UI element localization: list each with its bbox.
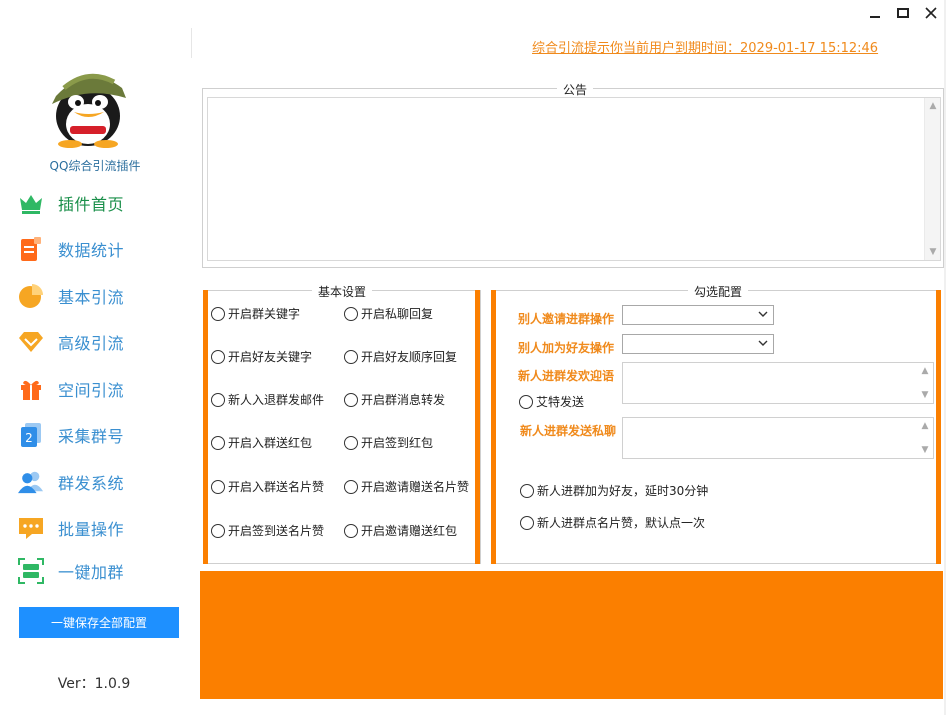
- nav-label: 空间引流: [58, 381, 125, 400]
- scroll-up-icon[interactable]: ▲: [920, 422, 930, 431]
- nav-label: 一键加群: [58, 563, 125, 582]
- radio-circle[interactable]: [344, 306, 358, 321]
- accent-bar: [936, 290, 941, 564]
- nav-label: 采集群号: [58, 427, 125, 446]
- report-icon: [18, 236, 44, 262]
- welcome-message-textarea[interactable]: ▲ ▼: [622, 362, 934, 404]
- number-card-icon: 2: [18, 422, 44, 448]
- radio-circle[interactable]: [344, 392, 358, 407]
- users-icon: [18, 469, 44, 495]
- expiry-notice-link[interactable]: 综合引流提示你当前用户到期时间：2029-01-17 15:12:46: [532, 37, 878, 56]
- save-all-config-button[interactable]: 一键保存全部配置: [19, 607, 179, 638]
- maximize-icon[interactable]: [896, 6, 910, 20]
- radio-friend-keyword[interactable]: 开启好友关键字: [211, 348, 312, 365]
- nav-item-statistics[interactable]: 数据统计: [18, 234, 124, 264]
- notice-textarea[interactable]: ▲ ▼: [207, 97, 941, 261]
- radio-friend-sequential-reply[interactable]: 开启好友顺序回复: [344, 348, 457, 365]
- radio-group-message-forward[interactable]: 开启群消息转发: [344, 391, 445, 408]
- radio-circle[interactable]: [344, 435, 358, 450]
- nav-label: 批量操作: [58, 520, 125, 539]
- nav-item-space-traffic[interactable]: 空间引流: [18, 374, 124, 404]
- version-label: Ver：1.0.9: [57, 676, 131, 692]
- scroll-down-icon[interactable]: ▼: [928, 248, 938, 257]
- sidebar-divider: [191, 28, 192, 58]
- radio-private-reply[interactable]: 开启私聊回复: [344, 305, 433, 322]
- radio-circle[interactable]: [211, 479, 225, 494]
- radio-add-friend-delay[interactable]: 新人进群加为好友，延时30分钟: [520, 482, 708, 499]
- nav-item-collect-groups[interactable]: 2 采集群号: [18, 420, 124, 450]
- radio-checkin-red-packet[interactable]: 开启签到红包: [344, 434, 433, 451]
- radio-circle[interactable]: [520, 483, 534, 498]
- accent-bar: [475, 290, 480, 564]
- notice-group: 公告 ▲ ▼: [202, 81, 944, 268]
- window-controls: [868, 6, 938, 20]
- radio-circle[interactable]: [211, 392, 225, 407]
- app-logo-icon: [44, 58, 132, 148]
- diamond-icon: [18, 329, 44, 355]
- scan-icon: [18, 558, 44, 584]
- radio-circle[interactable]: [211, 306, 225, 321]
- footer-banner: [200, 571, 943, 699]
- notice-scrollbar[interactable]: ▲ ▼: [924, 98, 940, 260]
- friend-action-label: 别人加为好友操作: [518, 341, 615, 355]
- radio-group-keyword[interactable]: 开启群关键字: [211, 305, 300, 322]
- radio-at-send[interactable]: 艾特发送: [519, 393, 584, 410]
- nav-label: 基本引流: [58, 288, 125, 307]
- invite-action-select[interactable]: [622, 305, 774, 325]
- welcome-message-label: 新人进群发欢迎语: [518, 369, 615, 383]
- nav-label: 群发系统: [58, 474, 125, 493]
- nav-item-advanced-traffic[interactable]: 高级引流: [18, 327, 124, 357]
- accent-bar: [203, 290, 208, 564]
- chevron-down-icon: [758, 340, 768, 346]
- crown-icon: [18, 190, 44, 216]
- radio-circle[interactable]: [344, 349, 358, 364]
- nav-item-basic-traffic[interactable]: 基本引流: [18, 281, 124, 311]
- invite-action-label: 别人邀请进群操作: [518, 312, 615, 326]
- scroll-down-icon[interactable]: ▼: [920, 446, 930, 455]
- radio-circle[interactable]: [519, 394, 533, 409]
- close-icon[interactable]: [924, 6, 938, 20]
- radio-join-leave-email[interactable]: 新人入退群发邮件: [211, 391, 324, 408]
- nav-label: 插件首页: [58, 195, 125, 214]
- private-message-textarea[interactable]: ▲ ▼: [622, 417, 934, 459]
- chat-bubble-icon: [18, 515, 44, 541]
- check-config-title: 勾选配置: [688, 283, 749, 300]
- private-message-label: 新人进群发送私聊: [520, 424, 617, 438]
- radio-circle[interactable]: [344, 479, 358, 494]
- accent-bar: [491, 290, 496, 564]
- chevron-down-icon: [758, 311, 768, 317]
- gift-icon: [18, 376, 44, 402]
- radio-circle[interactable]: [520, 515, 534, 530]
- nav-item-mass-send[interactable]: 群发系统: [18, 467, 124, 497]
- radio-circle[interactable]: [211, 435, 225, 450]
- scroll-up-icon[interactable]: ▲: [928, 102, 938, 111]
- scroll-down-icon[interactable]: ▼: [920, 391, 930, 400]
- radio-checkin-card-like[interactable]: 开启签到送名片赞: [211, 522, 324, 539]
- basic-settings-title: 基本设置: [312, 283, 373, 300]
- radio-circle[interactable]: [211, 523, 225, 538]
- app-name: QQ综合引流插件: [49, 159, 141, 173]
- nav-item-batch-operation[interactable]: 批量操作: [18, 513, 124, 543]
- nav-item-home[interactable]: 插件首页: [18, 188, 124, 218]
- radio-invite-red-packet[interactable]: 开启邀请赠送红包: [344, 522, 457, 539]
- radio-join-red-packet[interactable]: 开启入群送红包: [211, 434, 312, 451]
- radio-circle[interactable]: [211, 349, 225, 364]
- minimize-icon[interactable]: [868, 6, 882, 20]
- radio-card-like-default[interactable]: 新人进群点名片赞，默认点一次: [520, 514, 705, 531]
- nav-label: 数据统计: [58, 241, 125, 260]
- pie-icon: [18, 283, 44, 309]
- scroll-up-icon[interactable]: ▲: [920, 367, 930, 376]
- friend-action-select[interactable]: [622, 334, 774, 354]
- radio-invite-card-like[interactable]: 开启邀请赠送名片赞: [344, 478, 469, 495]
- nav-item-one-click-join[interactable]: 一键加群: [18, 556, 124, 586]
- radio-circle[interactable]: [344, 523, 358, 538]
- notice-title: 公告: [557, 81, 594, 98]
- nav-label: 高级引流: [58, 334, 125, 353]
- svg-text:2: 2: [25, 431, 33, 445]
- sidebar: QQ综合引流插件 插件首页 数据统计 基本引流 高级引流 空间引流 2 采集群号: [0, 0, 192, 715]
- radio-join-card-like[interactable]: 开启入群送名片赞: [211, 478, 324, 495]
